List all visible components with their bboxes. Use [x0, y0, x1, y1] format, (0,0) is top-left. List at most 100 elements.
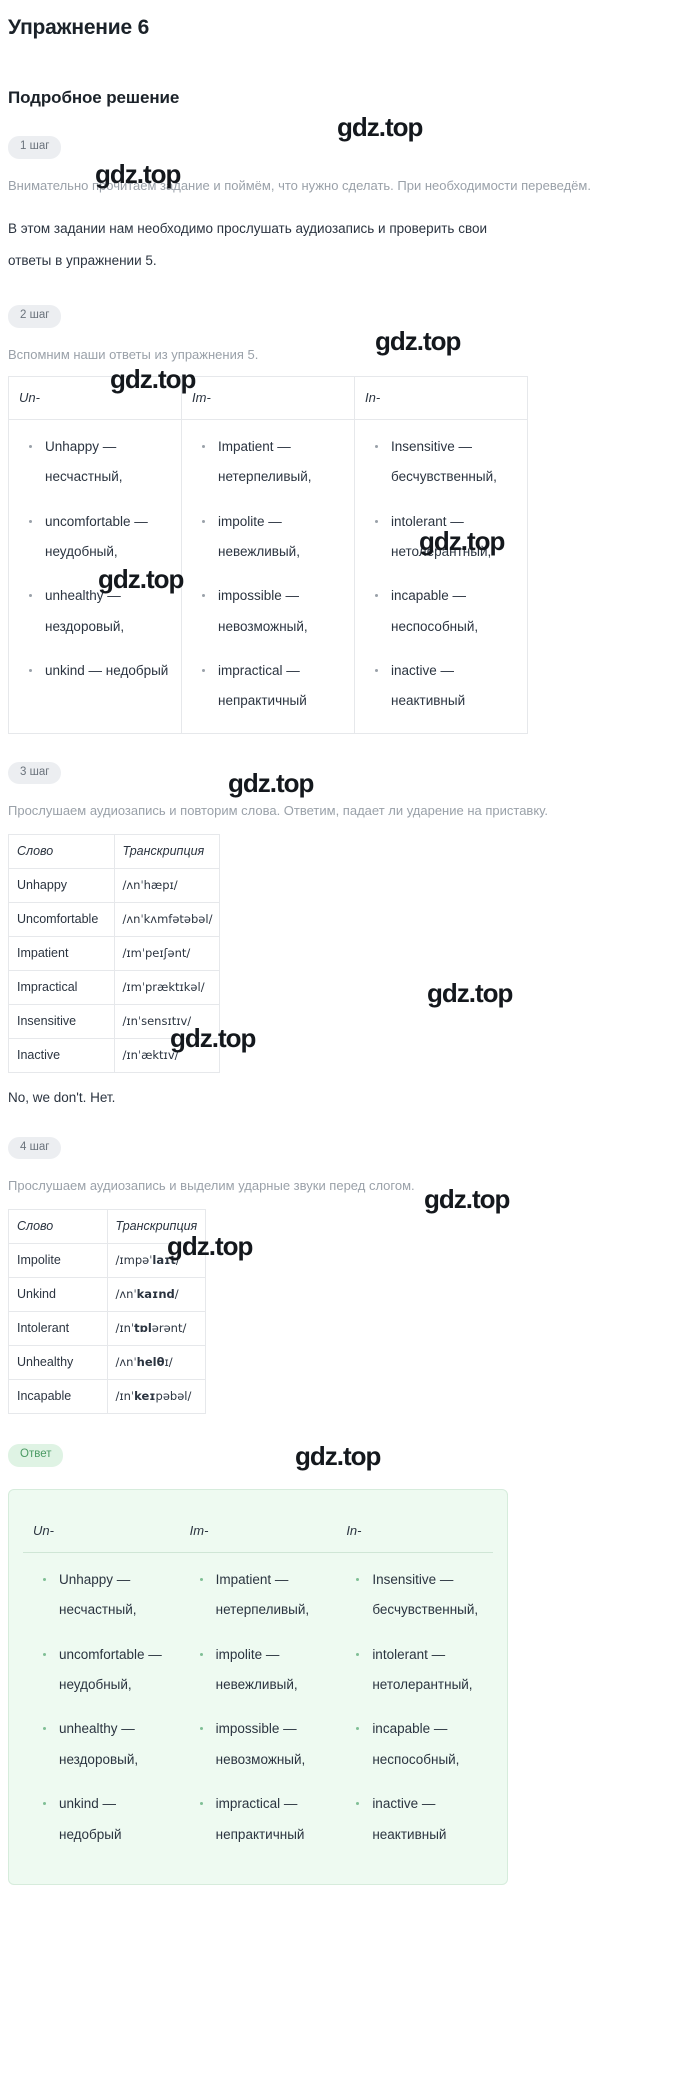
answer-badge: Ответ — [8, 1444, 64, 1467]
step-badge-3: 3 шаг — [8, 761, 62, 785]
table-row: Insensitive /ɪnˈsensɪtɪv/ — [8, 1004, 220, 1040]
col-header-word: Слово — [8, 834, 115, 870]
step-2: 2 шаг Вспомним наши ответы из упражнения… — [8, 277, 692, 734]
ipa-cell: /ʌnˈkʌmfətəbəl/ — [113, 902, 220, 938]
list-item: incapable — неспособный, — [356, 1714, 483, 1775]
answer-header-im: Im- — [179, 1509, 337, 1553]
col-header-word: Слово — [8, 1209, 108, 1245]
ipa-cell: /ɪnˈsensɪtɪv/ — [113, 1004, 220, 1040]
step-badge-4: 4 шаг — [8, 1136, 62, 1160]
table-header-row: Слово Транскрипция — [8, 834, 220, 870]
step-4-hint: Прослушаем аудиозапись и выделим ударные… — [8, 1178, 415, 1194]
answer-list-un: Unhappy — несчастный, uncomfortable — не… — [33, 1565, 170, 1850]
list-item: impossible — невозможный, — [199, 1714, 327, 1775]
list-item: incapable — неспособный, — [375, 581, 517, 642]
answer-cell-un: Unhappy — несчастный, uncomfortable — не… — [23, 1552, 180, 1866]
page-title: Упражнение 6 — [8, 16, 150, 39]
list-item: impractical — непрактичный — [199, 1789, 327, 1850]
list-item: uncomfortable — неудобный, — [29, 507, 171, 568]
table-row: Unkind/ʌnˈkaɪnd/ — [8, 1277, 206, 1313]
word-cell: Uncomfortable — [8, 902, 115, 938]
list-item: unhealthy — нездоровый, — [29, 581, 171, 642]
word-cell: Incapable — [8, 1379, 108, 1415]
word-list-im: Impatient — нетерпеливый, impolite — нев… — [192, 432, 344, 717]
answer-list-in: Insensitive — бесчувственный, intolerant… — [346, 1565, 483, 1850]
table-header-row: Слово Транскрипция — [8, 1209, 206, 1245]
table-header-row: Un- Im- In- — [23, 1509, 493, 1553]
ipa-cell: /ɪnˈtɒlərənt/ — [106, 1311, 206, 1347]
list-item: impossible — невозможный, — [202, 581, 344, 642]
answer-cell-in: Insensitive — бесчувственный, intolerant… — [336, 1552, 493, 1866]
table-row: Impractical /ɪmˈpræktɪkəl/ — [8, 970, 220, 1006]
list-item: Unhappy — несчастный, — [43, 1565, 170, 1626]
word-cell: Unhealthy — [8, 1345, 108, 1381]
word-cell: Unhappy — [8, 868, 115, 904]
list-item: impractical — непрактичный — [202, 656, 344, 717]
ipa-cell: /ʌnˈkaɪnd/ — [106, 1277, 206, 1313]
table-header-row: Un- Im- In- — [8, 375, 528, 420]
table-row: Incapable/ɪnˈkeɪpəbəl/ — [8, 1379, 206, 1415]
list-item: intolerant — нетолерантный, — [375, 507, 517, 568]
ipa-cell: /ʌnˈhæpɪ/ — [113, 868, 220, 904]
step-3-hint: Прослушаем аудиозапись и повторим слова.… — [8, 803, 548, 819]
transcription-table-step4: Слово Транскрипция Impolite/ɪmpəˈlaɪt/Un… — [8, 1209, 206, 1415]
list-item: inactive — неактивный — [375, 656, 517, 717]
table-row: Unhappy — несчастный, uncomfortable — не… — [8, 418, 528, 734]
word-cell: Inactive — [8, 1038, 115, 1074]
word-cell: Insensitive — [8, 1004, 115, 1040]
word-cell: Intolerant — [8, 1311, 108, 1347]
list-item: inactive — неактивный — [356, 1789, 483, 1850]
table-row: Inactive /ɪnˈæktɪv/ — [8, 1038, 220, 1074]
table-row: Intolerant/ɪnˈtɒlərənt/ — [8, 1311, 206, 1347]
ipa-cell: /ɪmˈpeɪʃənt/ — [113, 936, 220, 972]
ipa-cell: /ɪmpəˈlaɪt/ — [106, 1243, 206, 1279]
answer-section: Ответ Un- Im- In- Unhappy — несчастный, — [8, 1414, 692, 1885]
list-item: impolite — невежливый, — [199, 1640, 327, 1701]
list-item: Impatient — нетерпеливый, — [202, 432, 344, 493]
prefix-cell-im: Impatient — нетерпеливый, impolite — нев… — [181, 418, 355, 734]
word-list-un: Unhappy — несчастный, uncomfortable — не… — [19, 432, 171, 687]
table-row: Unhealthy/ʌnˈhelθɪ/ — [8, 1345, 206, 1381]
prefix-header-im: Im- — [181, 375, 355, 420]
answer-list-im: Impatient — нетерпеливый, impolite — нев… — [190, 1565, 327, 1850]
prefix-cell-in: Insensitive — бесчувственный, intolerant… — [354, 418, 528, 734]
col-header-transcription: Транскрипция — [113, 834, 220, 870]
section-title: Подробное решение — [8, 88, 180, 107]
table-row: Unhappy /ʌnˈhæpɪ/ — [8, 868, 220, 904]
word-list-in: Insensitive — бесчувственный, intolerant… — [365, 432, 517, 717]
ipa-cell: /ʌnˈhelθɪ/ — [106, 1345, 206, 1381]
list-item: unkind — недобрый — [29, 656, 171, 686]
step-3-answer: No, we don't. Нет. — [8, 1090, 116, 1106]
prefix-table: Un- Im- In- Unhappy — несчастный, uncomf… — [8, 375, 528, 734]
word-cell: Unkind — [8, 1277, 108, 1313]
col-header-transcription: Транскрипция — [106, 1209, 206, 1245]
answer-box: Un- Im- In- Unhappy — несчастный, uncomf… — [8, 1488, 508, 1885]
table-row: Unhappy — несчастный, uncomfortable — не… — [23, 1552, 493, 1866]
step-3: 3 шаг Прослушаем аудиозапись и повторим … — [8, 734, 692, 1109]
step-2-hint: Вспомним наши ответы из упражнения 5. — [8, 346, 259, 362]
word-cell: Impolite — [8, 1243, 108, 1279]
solution-page: Упражнение 6 Подробное решение 1 шаг Вни… — [0, 16, 700, 1915]
step-4: 4 шаг Прослушаем аудиозапись и выделим у… — [8, 1109, 692, 1415]
step-badge-1: 1 шаг — [8, 136, 62, 159]
list-item: Impatient — нетерпеливый, — [199, 1565, 327, 1626]
answer-prefix-table: Un- Im- In- Unhappy — несчастный, uncomf… — [23, 1509, 493, 1866]
prefix-cell-un: Unhappy — несчастный, uncomfortable — не… — [8, 418, 182, 734]
list-item: Insensitive — бесчувственный, — [375, 432, 517, 493]
answer-header-in: In- — [336, 1509, 493, 1553]
transcription-table-step3: Слово Транскрипция Unhappy /ʌnˈhæpɪ/ Unc… — [8, 834, 220, 1074]
list-item: unkind — недобрый — [43, 1789, 170, 1850]
prefix-header-un: Un- — [8, 375, 182, 420]
ipa-cell: /ɪmˈpræktɪkəl/ — [113, 970, 220, 1006]
word-cell: Impractical — [8, 970, 115, 1006]
list-item: unhealthy — нездоровый, — [43, 1714, 170, 1775]
prefix-header-in: In- — [354, 375, 528, 420]
table-row: Impolite/ɪmpəˈlaɪt/ — [8, 1243, 206, 1279]
list-item: Insensitive — бесчувственный, — [356, 1565, 483, 1626]
word-cell: Impatient — [8, 936, 115, 972]
step-1-body: В этом задании нам необходимо прослушать… — [8, 220, 488, 268]
table-row: Impatient /ɪmˈpeɪʃənt/ — [8, 936, 220, 972]
step-1-hint: Внимательно прочитаем задание и поймём, … — [8, 177, 591, 193]
answer-cell-im: Impatient — нетерпеливый, impolite — нев… — [180, 1552, 337, 1866]
list-item: intolerant — нетолерантный, — [356, 1640, 483, 1701]
